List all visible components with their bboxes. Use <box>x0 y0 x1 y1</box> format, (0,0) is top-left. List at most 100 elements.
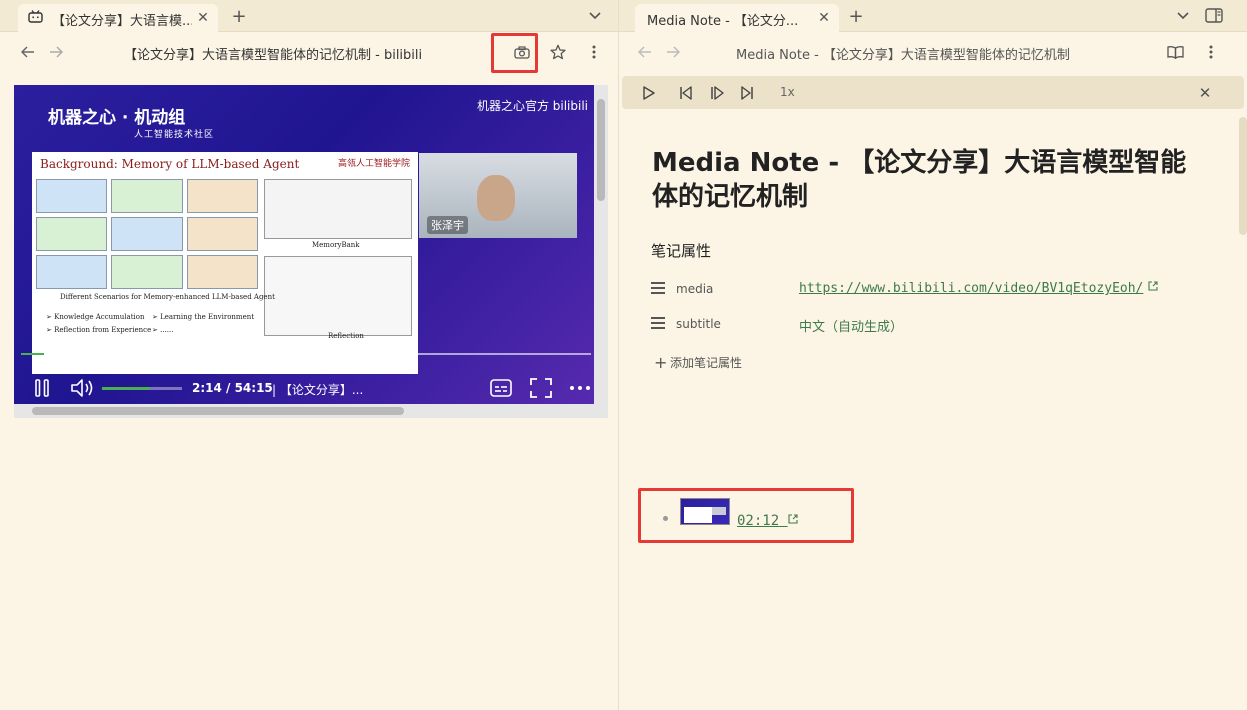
video-player[interactable]: 机器之心 · 机动组 人工智能技术社区 机器之心官方 bilibili Back… <box>14 85 608 418</box>
add-property-button[interactable]: + 添加笔记属性 <box>654 353 742 372</box>
volume-fill <box>102 387 150 390</box>
play-button[interactable] <box>638 82 660 104</box>
left-tab-bar: 【论文分享】大语言模... ✕ + <box>0 0 618 32</box>
bookmark-button[interactable] <box>546 40 570 64</box>
back-button[interactable] <box>633 40 657 64</box>
pause-icon <box>35 379 49 397</box>
arrow-right-icon <box>667 46 680 58</box>
highlight-box <box>491 33 538 73</box>
speaker-name: 张泽宇 <box>427 216 468 234</box>
page-title: Media Note - 【论文分享】大语言模型智能体的记忆机制 <box>736 48 1070 63</box>
video-logo: 机器之心 · 机动组 <box>48 108 186 128</box>
star-icon <box>550 44 566 60</box>
slide-grid <box>36 179 258 289</box>
forward-button[interactable] <box>661 40 685 64</box>
video-brand: 机器之心官方 bilibili <box>476 99 588 113</box>
more-horizontal-icon <box>570 386 590 390</box>
skip-forward-icon <box>741 86 753 100</box>
note-scrollbar[interactable] <box>1239 117 1247 235</box>
volume-slider[interactable] <box>102 387 182 390</box>
tab-title: Media Note - 【论文分... <box>647 14 799 29</box>
plus-icon: + <box>231 5 247 27</box>
slide-caption-reflection: Reflection <box>328 332 364 340</box>
bilibili-icon <box>28 10 43 23</box>
slide-title: Background: Memory of LLM-based Agent <box>40 157 300 171</box>
media-player-bar: 1x ✕ <box>622 76 1244 109</box>
tab-menu-button[interactable] <box>1171 4 1195 28</box>
properties-heading: 笔记属性 <box>651 242 712 260</box>
right-tab-bar: Media Note - 【论文分... ✕ + <box>619 0 1247 32</box>
skip-forward-button[interactable] <box>736 82 758 104</box>
pause-button[interactable] <box>32 375 52 401</box>
new-tab-button[interactable]: + <box>227 4 251 28</box>
close-icon: ✕ <box>1198 84 1212 102</box>
subtitle-button[interactable] <box>488 375 514 401</box>
right-nav-bar: Media Note - 【论文分享】大语言模型智能体的记忆机制 <box>619 32 1247 72</box>
tab-title: 【论文分享】大语言模... <box>52 14 192 29</box>
back-button[interactable] <box>16 40 40 64</box>
more-vertical-icon <box>592 45 596 59</box>
slide-bullet: ➢ ...... <box>152 326 174 334</box>
slide-bullet: ➢ Reflection from Experience <box>46 326 152 334</box>
fullscreen-icon <box>530 378 552 398</box>
new-tab-button[interactable]: + <box>844 4 868 28</box>
slide-university: 高瓴人工智能学院 <box>337 159 410 169</box>
fullscreen-button[interactable] <box>528 375 554 401</box>
page-title: 【论文分享】大语言模型智能体的记忆机制 - bilibili <box>124 48 423 63</box>
playback-speed[interactable]: 1x <box>780 85 795 99</box>
book-icon <box>1166 46 1184 59</box>
chevron-down-icon <box>589 12 601 20</box>
tab-media-note[interactable]: Media Note - 【论文分... ✕ <box>635 4 839 32</box>
slide: Background: Memory of LLM-based Agent 高瓴… <box>32 152 418 374</box>
property-value-link[interactable]: https://www.bilibili.com/video/BV1qEtozy… <box>799 281 1158 296</box>
note-title: Media Note - 【论文分享】大语言模型智能体的记忆机制 <box>652 148 1187 212</box>
frame-step-button[interactable] <box>706 82 728 104</box>
close-icon[interactable]: ✕ <box>815 9 833 27</box>
tab-menu-button[interactable] <box>583 4 607 28</box>
toggle-sidebar-button[interactable] <box>1202 3 1226 27</box>
property-row-media: media https://www.bilibili.com/video/BV1… <box>651 279 1211 301</box>
play-icon <box>643 86 655 100</box>
property-key[interactable]: media <box>676 282 713 296</box>
reading-mode-button[interactable] <box>1163 40 1187 64</box>
list-icon <box>651 317 665 329</box>
tab-bilibili[interactable]: 【论文分享】大语言模... ✕ <box>18 4 218 32</box>
video-controls: 2:14 / 54:15 | 【论文分享】... <box>14 375 608 401</box>
more-button[interactable] <box>582 40 606 64</box>
slide-diagram-2 <box>264 256 412 336</box>
video-title-short: | 【论文分享】... <box>272 383 364 397</box>
video-more-button[interactable] <box>568 375 592 401</box>
chevron-down-icon <box>1177 12 1189 20</box>
plus-icon: + <box>654 353 668 372</box>
volume-button[interactable] <box>69 375 97 401</box>
plus-icon: + <box>848 5 864 27</box>
subtitles-icon <box>490 379 512 397</box>
slide-bullet: ➢ Learning the Environment <box>152 313 255 321</box>
video-progress-fill <box>21 353 45 355</box>
slide-caption-memorybank: MemoryBank <box>312 241 360 249</box>
close-player-button[interactable]: ✕ <box>1194 82 1216 104</box>
video-horizontal-scrollbar[interactable] <box>14 404 608 418</box>
property-key[interactable]: subtitle <box>676 317 721 331</box>
slide-caption: Different Scenarios for Memory-enhanced … <box>60 293 275 301</box>
skip-back-icon <box>680 86 692 100</box>
more-button[interactable] <box>1199 40 1223 64</box>
forward-button[interactable] <box>44 40 68 64</box>
video-progress-bar[interactable] <box>21 353 591 355</box>
skip-back-button[interactable] <box>675 82 697 104</box>
left-pane: 【论文分享】大语言模... ✕ + 【论文分享】大语言模型智能体的记忆机制 - … <box>0 0 619 710</box>
volume-icon <box>71 379 93 397</box>
speaker-avatar <box>477 175 515 221</box>
video-time: 2:14 / 54:15 <box>192 381 273 395</box>
property-value[interactable]: 中文（自动生成） <box>799 316 903 335</box>
arrow-left-icon <box>638 46 651 58</box>
arrow-left-icon <box>21 46 34 58</box>
speaker-webcam: 张泽宇 <box>419 153 577 238</box>
step-forward-icon <box>711 86 724 100</box>
list-icon <box>651 282 665 294</box>
sidebar-icon <box>1205 7 1223 23</box>
slide-bullet: ➢ Knowledge Accumulation <box>46 313 145 321</box>
video-vertical-scrollbar[interactable] <box>594 85 608 404</box>
close-icon[interactable]: ✕ <box>194 9 212 27</box>
external-link-icon <box>1147 281 1158 291</box>
